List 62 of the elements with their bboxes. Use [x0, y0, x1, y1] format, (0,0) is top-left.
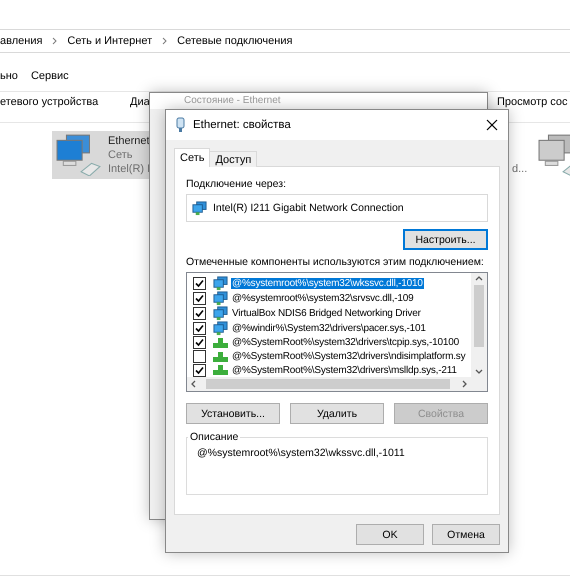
protocol-icon: [213, 364, 228, 376]
protocol-icon: [213, 350, 228, 362]
list-label: Отмеченные компоненты используются этим подключением:: [186, 256, 485, 269]
tab[interactable]: Сеть: [174, 148, 210, 167]
chevron-icon: [162, 37, 168, 45]
network-component-icon: [213, 306, 228, 321]
breadcrumb-item[interactable]: Сеть и Интернет: [67, 35, 152, 47]
menu-item[interactable]: ьно: [0, 70, 18, 82]
component-item[interactable]: @%SystemRoot%\System32\drivers\mslldp.sys,-211: [231, 364, 458, 376]
checkbox[interactable]: [193, 277, 206, 290]
component-item[interactable]: @%systemroot%\system32\wkssvc.dll,-1010: [231, 278, 424, 289]
horizontal-scrollbar[interactable]: [187, 377, 471, 391]
network-component-icon: [213, 276, 228, 291]
connection-detail: Сеть: [108, 148, 134, 162]
network-connection-icon: [56, 134, 102, 176]
window-title: Состояние - Ethernet: [183, 95, 282, 107]
network-component-icon: [213, 291, 228, 306]
scroll-thumb[interactable]: [206, 379, 450, 389]
scroll-up-icon[interactable]: [475, 275, 483, 281]
network-adapter-icon: [192, 200, 207, 216]
checkbox[interactable]: [193, 307, 206, 320]
component-item[interactable]: @%SystemRoot%\system32\drivers\tcpip.sys,-10100: [231, 337, 460, 348]
connection-detail: d...: [512, 162, 528, 176]
component-item[interactable]: @%systemroot%\system32\srvsvc.dll,-109: [231, 293, 414, 304]
dialog-button[interactable]: Отмена: [432, 524, 500, 545]
field-label: Подключение через:: [186, 178, 287, 191]
action-button[interactable]: Удалить: [290, 403, 384, 424]
checkbox[interactable]: [193, 292, 206, 305]
checkbox[interactable]: [193, 336, 206, 350]
toolbar-button[interactable]: Диа: [130, 96, 150, 108]
configure-button[interactable]: Настроить...: [403, 229, 488, 250]
breadcrumb-item[interactable]: Сетевые подключения: [177, 35, 292, 47]
plug-icon: [176, 117, 185, 133]
checkbox[interactable]: [193, 350, 206, 363]
checkbox[interactable]: [193, 322, 206, 335]
network-component-icon: [213, 321, 228, 336]
connection-name: Ethernet: [108, 134, 150, 148]
tab[interactable]: Доступ: [209, 151, 258, 167]
menu-item[interactable]: Сервис: [30, 70, 69, 82]
chevron-icon: [52, 37, 58, 45]
component-item[interactable]: VirtualBox NDIS6 Bridged Networking Driver: [231, 308, 422, 319]
scroll-right-icon[interactable]: [462, 380, 468, 388]
protocol-icon: [213, 336, 228, 349]
window-title: Ethernet: свойства: [193, 119, 292, 131]
action-button[interactable]: Установить...: [186, 403, 280, 424]
toolbar-button[interactable]: Просмотр сос: [497, 96, 568, 108]
connection-detail: Intel(R) I: [108, 162, 150, 176]
dialog-button[interactable]: OK: [356, 524, 424, 545]
close-icon[interactable]: [486, 119, 498, 131]
scroll-left-icon[interactable]: [190, 380, 196, 388]
scroll-down-icon[interactable]: [475, 369, 483, 375]
group-title: Описание: [189, 431, 240, 443]
adapter-name: Intel(R) I211 Gigabit Network Connection: [213, 202, 404, 214]
toolbar-button[interactable]: етевого устройства: [0, 96, 98, 108]
component-item[interactable]: @%SystemRoot%\System32\drivers\ndisimplatform.sy: [231, 351, 466, 362]
component-item[interactable]: @%windir%\System32\drivers\pacer.sys,-101: [231, 323, 427, 334]
connection-item[interactable]: d...: [508, 159, 532, 179]
description-text: @%systemroot%\system32\wkssvc.dll,-1011: [197, 447, 405, 459]
scroll-thumb[interactable]: [474, 285, 484, 347]
checkbox[interactable]: [193, 364, 206, 377]
vertical-scrollbar[interactable]: [471, 273, 487, 377]
breadcrumb-item[interactable]: авления: [0, 35, 42, 47]
